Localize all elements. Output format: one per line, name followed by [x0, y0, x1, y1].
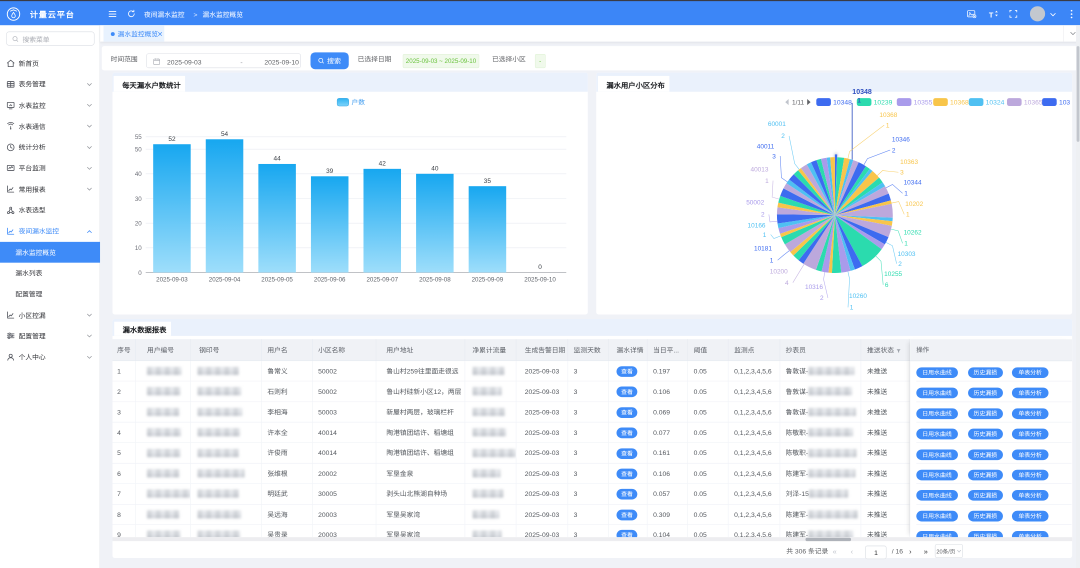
svg-text:10303: 10303 — [898, 249, 916, 258]
svg-text:60001: 60001 — [768, 119, 786, 128]
svg-text:1: 1 — [904, 188, 908, 197]
svg-text:10316: 10316 — [805, 282, 823, 291]
svg-text:50: 50 — [135, 144, 142, 153]
svg-text:10348: 10348 — [852, 87, 872, 97]
svg-text:10324: 10324 — [986, 97, 1005, 107]
svg-text:1: 1 — [850, 303, 854, 312]
svg-text:2025-09-06: 2025-09-06 — [314, 274, 346, 283]
svg-text:10255: 10255 — [884, 269, 902, 278]
svg-text:2025-09-05: 2025-09-05 — [261, 274, 293, 283]
svg-text:40: 40 — [135, 169, 142, 178]
svg-text:1: 1 — [904, 238, 908, 247]
svg-text:10239: 10239 — [874, 97, 893, 107]
svg-text:10368: 10368 — [880, 110, 898, 119]
svg-text:3: 3 — [772, 151, 776, 160]
svg-text:户数: 户数 — [351, 97, 365, 107]
svg-text:6: 6 — [885, 280, 889, 289]
svg-text:0: 0 — [538, 262, 542, 271]
svg-text:1: 1 — [763, 230, 767, 239]
svg-text:40011: 40011 — [757, 141, 775, 150]
svg-text:2: 2 — [892, 145, 896, 154]
svg-text:2025-09-09: 2025-09-09 — [471, 274, 503, 283]
svg-text:55: 55 — [135, 132, 142, 141]
svg-text:10166: 10166 — [748, 220, 766, 229]
svg-text:2: 2 — [898, 259, 902, 268]
svg-text:2025-09-04: 2025-09-04 — [208, 274, 240, 283]
svg-text:1/11: 1/11 — [792, 98, 804, 107]
svg-text:10346: 10346 — [892, 134, 910, 143]
svg-text:10200: 10200 — [770, 266, 788, 275]
svg-text:10: 10 — [135, 243, 142, 252]
svg-text:1: 1 — [765, 176, 769, 185]
svg-text:54: 54 — [221, 129, 229, 138]
svg-text:35: 35 — [484, 176, 492, 185]
svg-text:2025-09-08: 2025-09-08 — [419, 274, 451, 283]
svg-text:10355: 10355 — [914, 97, 933, 107]
svg-text:2025-09-03: 2025-09-03 — [156, 274, 188, 283]
svg-text:20: 20 — [135, 218, 142, 227]
svg-text:10365: 10365 — [1024, 97, 1043, 107]
svg-text:103: 103 — [1059, 97, 1070, 107]
svg-text:30: 30 — [135, 194, 142, 203]
svg-text:44: 44 — [273, 153, 281, 162]
svg-text:10344: 10344 — [904, 178, 922, 187]
svg-text:52: 52 — [168, 134, 176, 143]
svg-text:10181: 10181 — [754, 243, 772, 252]
svg-text:2: 2 — [761, 210, 765, 219]
svg-text:1: 1 — [770, 255, 774, 264]
svg-text:39: 39 — [326, 166, 334, 175]
svg-text:1: 1 — [906, 210, 910, 219]
svg-text:3: 3 — [900, 167, 904, 176]
svg-text:10262: 10262 — [904, 227, 922, 236]
svg-text:1: 1 — [857, 95, 861, 104]
svg-text:4: 4 — [785, 278, 789, 287]
svg-text:40: 40 — [431, 163, 439, 172]
svg-text:10202: 10202 — [905, 199, 923, 208]
svg-text:10368: 10368 — [950, 97, 969, 107]
svg-text:2025-09-10: 2025-09-10 — [524, 274, 556, 283]
svg-text:0: 0 — [138, 268, 142, 277]
svg-text:50002: 50002 — [746, 198, 764, 207]
svg-text:10363: 10363 — [900, 157, 918, 166]
svg-text:2025-09-07: 2025-09-07 — [366, 274, 398, 283]
svg-text:2: 2 — [820, 293, 824, 302]
svg-text:10260: 10260 — [849, 291, 867, 300]
svg-text:10348: 10348 — [833, 97, 852, 107]
svg-text:2: 2 — [781, 131, 785, 140]
svg-text:1: 1 — [886, 120, 890, 129]
svg-text:42: 42 — [378, 158, 386, 167]
svg-text:40013: 40013 — [751, 164, 769, 173]
